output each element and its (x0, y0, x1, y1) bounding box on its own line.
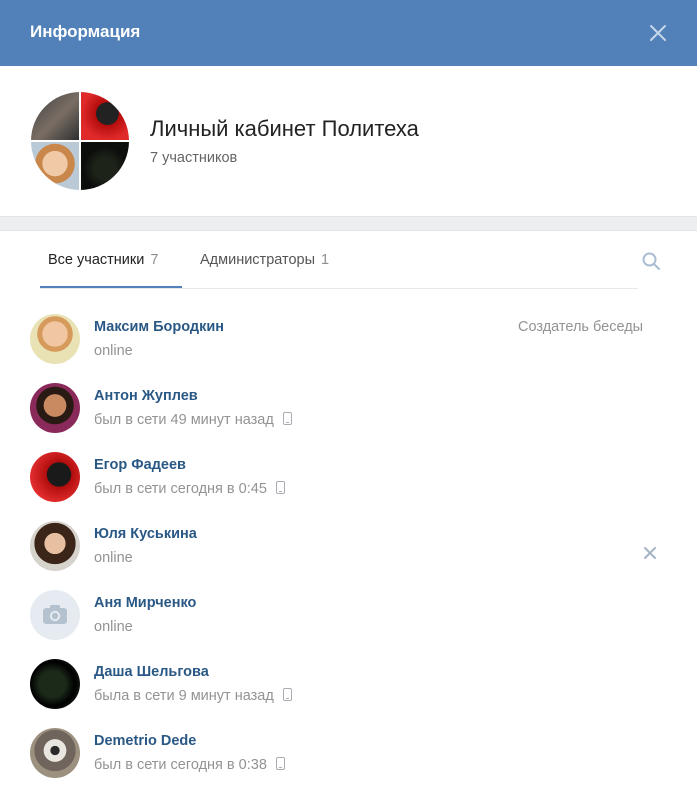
chat-avatar-tile (31, 142, 79, 190)
member-status-text: был в сети 49 минут назад (94, 412, 274, 428)
chat-avatar-tile (81, 92, 129, 140)
chat-title: Личный кабинет Политеха (150, 116, 419, 141)
camera-icon (43, 605, 67, 624)
member-name[interactable]: Антон Жуплев (94, 388, 198, 404)
tab-label: Администраторы (200, 252, 316, 268)
avatar[interactable] (30, 383, 80, 433)
member-status-text: online (94, 343, 133, 359)
section-divider (0, 216, 697, 231)
chat-avatar (31, 92, 129, 190)
member-status: был в сети сегодня в 0:38 (94, 757, 285, 773)
avatar[interactable] (30, 314, 80, 364)
mobile-icon (282, 412, 292, 425)
member-row: Аня Мирченко online (0, 565, 697, 640)
member-status-text: был в сети сегодня в 0:45 (94, 481, 267, 497)
avatar[interactable] (30, 452, 80, 502)
member-status: online (94, 550, 133, 566)
chat-members-count: 7 участников (150, 150, 238, 166)
mobile-icon (282, 688, 292, 701)
member-row: Demetrio Dede был в сети сегодня в 0:38 (0, 703, 697, 778)
chat-info: Личный кабинет Политеха 7 участников (0, 66, 697, 216)
chat-avatar-tile (81, 142, 129, 190)
member-status: был в сети 49 минут назад (94, 412, 292, 428)
tab-count: 1 (321, 252, 330, 268)
member-name[interactable]: Аня Мирченко (94, 595, 196, 611)
mobile-icon (275, 757, 285, 770)
member-status-text: была в сети 9 минут назад (94, 688, 274, 704)
member-name[interactable]: Егор Фадеев (94, 457, 186, 473)
member-status: был в сети сегодня в 0:45 (94, 481, 285, 497)
close-icon (650, 25, 666, 41)
member-row: Антон Жуплев был в сети 49 минут назад (0, 358, 697, 433)
tab-all-members[interactable]: Все участники 7 (40, 231, 182, 288)
member-row: Егор Фадеев был в сети сегодня в 0:45 (0, 427, 697, 502)
tab-count: 7 (150, 252, 159, 268)
modal-title: Информация (30, 22, 141, 41)
member-status-text: был в сети сегодня в 0:38 (94, 757, 267, 773)
member-row: Максим Бородкин online Создатель беседы (0, 289, 697, 364)
member-status-text: online (94, 550, 133, 566)
search-button[interactable] (641, 251, 661, 271)
search-icon (642, 252, 660, 270)
close-icon (644, 547, 656, 559)
member-status: была в сети 9 минут назад (94, 688, 292, 704)
member-tabs: Все участники 7 Администраторы 1 (0, 231, 697, 289)
avatar[interactable] (30, 590, 80, 640)
member-name[interactable]: Максим Бородкин (94, 319, 224, 335)
member-row: Даша Шельгова была в сети 9 минут назад (0, 634, 697, 709)
member-status: online (94, 619, 133, 635)
avatar[interactable] (30, 728, 80, 778)
member-role: Создатель беседы (518, 319, 644, 335)
avatar[interactable] (30, 659, 80, 709)
mobile-icon (275, 481, 285, 494)
member-status: online (94, 343, 133, 359)
member-name[interactable]: Юля Куськина (94, 526, 197, 542)
modal-header: Информация (0, 0, 697, 66)
tab-label: Все участники (48, 252, 145, 268)
member-status-text: online (94, 619, 133, 635)
close-button[interactable] (646, 21, 670, 45)
avatar[interactable] (30, 521, 80, 571)
member-name[interactable]: Даша Шельгова (94, 664, 209, 680)
member-name[interactable]: Demetrio Dede (94, 733, 196, 749)
chat-avatar-tile (31, 92, 79, 140)
member-row: Юля Куськина online (0, 496, 697, 571)
remove-member-button[interactable] (643, 546, 657, 560)
tab-administrators[interactable]: Администраторы 1 (200, 231, 329, 288)
